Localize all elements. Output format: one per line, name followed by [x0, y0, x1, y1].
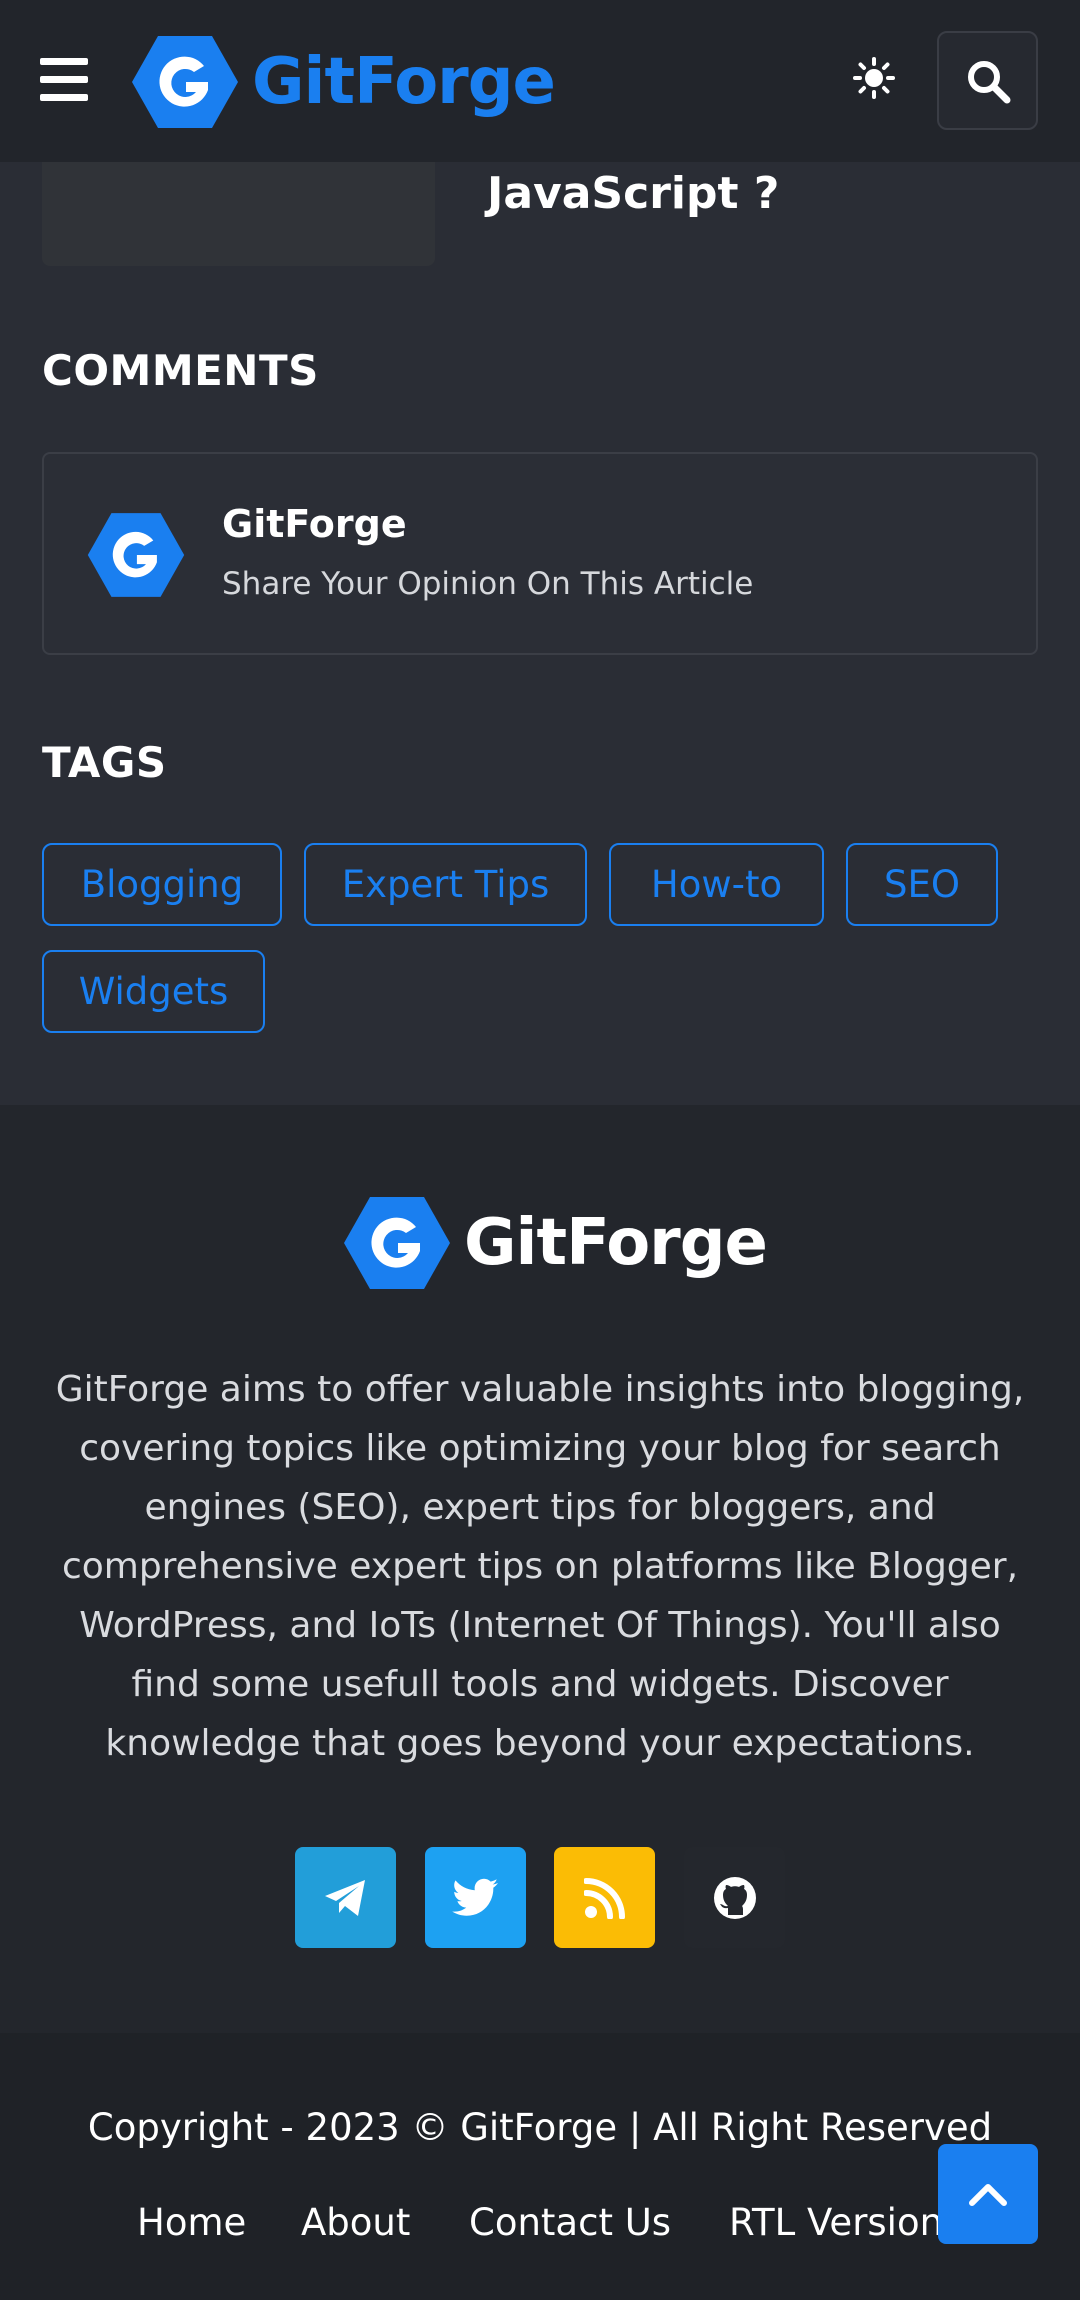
tag-widgets[interactable]: Widgets	[42, 950, 265, 1033]
site-logo[interactable]: GitForge	[130, 32, 556, 132]
copyright-text: Copyright - 2023 © GitForge | All Right …	[87, 2106, 993, 2149]
search-button[interactable]	[937, 31, 1038, 130]
github-button[interactable]	[684, 1847, 785, 1948]
gitforge-logo-icon	[132, 36, 238, 128]
footer-link-home[interactable]: Home	[137, 2201, 246, 2244]
top-header: GitForge	[0, 0, 1080, 162]
telegram-button[interactable]	[295, 1847, 396, 1948]
back-to-top-button[interactable]	[938, 2144, 1038, 2244]
rss-icon	[583, 1877, 625, 1919]
gitforge-avatar-icon	[87, 513, 185, 597]
footer-link-rtl-version[interactable]: RTL Version	[729, 2201, 943, 2244]
rss-button[interactable]	[554, 1847, 655, 1948]
brand-name: GitForge	[252, 45, 556, 119]
comments-heading: COMMENTS	[42, 346, 319, 395]
tag-blogging[interactable]: Blogging	[42, 843, 282, 926]
footer-link-about[interactable]: About	[301, 2201, 410, 2244]
search-icon	[967, 60, 1010, 103]
footer-description: GitForge aims to offer valuable insights…	[55, 1369, 1025, 1764]
gitforge-footer-logo-icon	[344, 1197, 450, 1289]
footer-bottom-bar: Copyright - 2023 © GitForge | All Right …	[0, 2033, 1080, 2300]
tags-heading: TAGS	[42, 738, 167, 787]
comment-author-name: GitForge	[222, 502, 407, 546]
hamburger-menu-icon[interactable]	[40, 58, 88, 102]
footer-logo[interactable]: GitForge	[342, 1193, 768, 1293]
github-icon	[713, 1876, 756, 1919]
footer-brand-name: GitForge	[464, 1206, 768, 1280]
related-article-title[interactable]: JavaScript ?	[487, 168, 779, 219]
comments-box[interactable]: GitForge Share Your Opinion On This Arti…	[42, 452, 1038, 655]
tag-expert-tips[interactable]: Expert Tips	[304, 843, 587, 926]
related-article-thumbnail[interactable]	[42, 162, 435, 266]
telegram-icon	[324, 1879, 365, 1916]
theme-toggle-sun-icon[interactable]	[852, 56, 896, 100]
footer-link-contact[interactable]: Contact Us	[469, 2201, 671, 2244]
chevron-up-icon	[969, 2184, 1007, 2206]
comment-prompt: Share Your Opinion On This Article	[222, 566, 754, 602]
tag-seo[interactable]: SEO	[846, 843, 998, 926]
tag-how-to[interactable]: How-to	[609, 843, 824, 926]
twitter-button[interactable]	[425, 1847, 526, 1948]
twitter-icon	[451, 1878, 498, 1916]
site-footer: GitForge GitForge aims to offer valuable…	[0, 1105, 1080, 2033]
